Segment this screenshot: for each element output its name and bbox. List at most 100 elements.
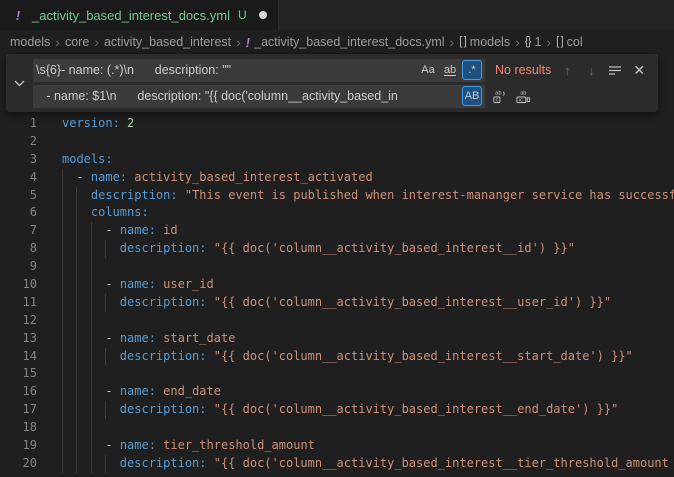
indent-guide [76, 455, 77, 473]
indent-guide [62, 348, 63, 366]
indent-guide [62, 204, 63, 222]
line-number: 10 [0, 276, 37, 294]
breadcrumb-item[interactable]: !_activity_based_interest_docs.yml [246, 35, 445, 50]
code-line[interactable]: 18 [0, 419, 674, 437]
code-line[interactable]: 12 [0, 312, 674, 330]
code-line[interactable]: 16 - name: end_date [0, 383, 674, 401]
regex-button[interactable]: .* [462, 60, 482, 80]
indent-guide [76, 312, 77, 330]
modified-dot-icon[interactable] [259, 11, 267, 19]
indent-guide [91, 383, 92, 401]
find-input[interactable] [36, 63, 416, 77]
indent-guide [76, 276, 77, 294]
svg-text:ıc: ıc [519, 97, 524, 103]
code-line[interactable]: 2 [0, 133, 674, 151]
code-line[interactable]: 8 description: "{{ doc('column__activity… [0, 240, 674, 258]
line-number: 19 [0, 437, 37, 455]
breadcrumb-item[interactable]: {}1 [525, 35, 542, 49]
code-line[interactable]: 10 - name: user_id [0, 276, 674, 294]
code-token: description: [91, 188, 178, 202]
line-number: 16 [0, 383, 37, 401]
chevron-down-icon [14, 80, 25, 87]
code-line[interactable]: 13 - name: start_date [0, 330, 674, 348]
close-find-button[interactable]: ✕ [629, 60, 649, 80]
code-token: description: [120, 295, 207, 309]
code-token: - [76, 170, 90, 184]
code-line[interactable]: 17 description: "{{ doc('column__activit… [0, 401, 674, 419]
code-token: description: [120, 349, 207, 363]
replace-input[interactable] [36, 89, 460, 103]
code-token: 2 [127, 116, 134, 130]
line-content: description: "{{ doc('column__activity_b… [62, 455, 674, 473]
line-number: 7 [0, 222, 37, 240]
indent-guide [76, 258, 77, 276]
code-token [178, 188, 185, 202]
close-icon: ✕ [633, 62, 645, 79]
code-line[interactable]: 3models: [0, 151, 674, 169]
find-in-selection-button[interactable] [605, 60, 625, 80]
line-number: 1 [0, 115, 37, 133]
code-line[interactable]: 19 - name: tier_threshold_amount [0, 437, 674, 455]
toggle-replace-button[interactable] [6, 54, 33, 112]
code-line[interactable]: 15 [0, 365, 674, 383]
code-line[interactable]: 9 [0, 258, 674, 276]
code-token [62, 223, 105, 237]
code-line[interactable]: 11 description: "{{ doc('column__activit… [0, 294, 674, 312]
breadcrumb-item[interactable]: models [10, 35, 50, 49]
tab-title: _activity_based_interest_docs.yml [32, 8, 230, 23]
code-line[interactable]: 5 description: "This event is published … [0, 187, 674, 205]
preserve-case-button[interactable]: AB [462, 86, 482, 106]
code-line[interactable]: 14 description: "{{ doc('column__activit… [0, 348, 674, 366]
indent-guide [76, 187, 77, 205]
find-replace-widget: Aa ab .* No results ↑ ↓ ✕ [6, 54, 658, 112]
indent-guide [91, 330, 92, 348]
replace-button[interactable]: ab c [489, 86, 509, 106]
breadcrumb-item[interactable]: core [65, 35, 89, 49]
code-token: "{{ doc('column__activity_based_interest… [214, 349, 633, 363]
code-line[interactable]: 6 columns: [0, 204, 674, 222]
indent-guide [105, 348, 106, 366]
line-number: 14 [0, 348, 37, 366]
indent-guide [91, 419, 92, 437]
code-token [207, 456, 214, 470]
indent-guide [76, 383, 77, 401]
replace-all-icon: ab ıc [515, 89, 531, 104]
indent-guide [62, 258, 63, 276]
whole-word-button[interactable]: ab [440, 60, 460, 80]
line-content: description: "{{ doc('column__activity_b… [62, 348, 674, 366]
breadcrumb-item[interactable]: [ ]col [556, 35, 583, 49]
indent-guide [91, 240, 92, 258]
breadcrumb-label: _activity_based_interest_docs.yml [254, 35, 444, 49]
code-token: name: [120, 223, 156, 237]
next-match-button[interactable]: ↓ [581, 60, 601, 80]
code-line[interactable]: 7 - name: id [0, 222, 674, 240]
code-token: description: [120, 402, 207, 416]
indent-guide [62, 276, 63, 294]
svg-text:c: c [495, 97, 498, 103]
breadcrumb-label: models [470, 35, 510, 49]
indent-guide [91, 258, 92, 276]
code-line[interactable]: 4 - name: activity_based_interest_activa… [0, 169, 674, 187]
replace-all-button[interactable]: ab ıc [513, 86, 533, 106]
code-token [120, 116, 127, 130]
breadcrumb-item[interactable]: activity_based_interest [104, 35, 231, 49]
yaml-file-icon: ! [10, 8, 26, 23]
find-in-selection-icon [608, 63, 622, 77]
line-number: 12 [0, 312, 37, 330]
code-token: description: [120, 456, 207, 470]
indent-guide [91, 312, 92, 330]
code-token: start_date [163, 331, 235, 345]
editor-tab[interactable]: ! _activity_based_interest_docs.yml U [0, 0, 279, 30]
match-case-button[interactable]: Aa [418, 60, 438, 80]
code-token: description: [120, 241, 207, 255]
code-line[interactable]: 20 description: "{{ doc('column__activit… [0, 455, 674, 473]
arrow-up-icon: ↑ [564, 63, 571, 78]
code-editor[interactable]: 1version: 223models:4 - name: activity_b… [0, 54, 674, 477]
code-line[interactable]: 1version: 2 [0, 115, 674, 133]
line-number: 5 [0, 187, 37, 205]
line-content [62, 133, 674, 151]
line-number: 6 [0, 204, 37, 222]
breadcrumb-item[interactable]: [ ]models [459, 35, 510, 49]
previous-match-button[interactable]: ↑ [557, 60, 577, 80]
line-number: 4 [0, 169, 37, 187]
